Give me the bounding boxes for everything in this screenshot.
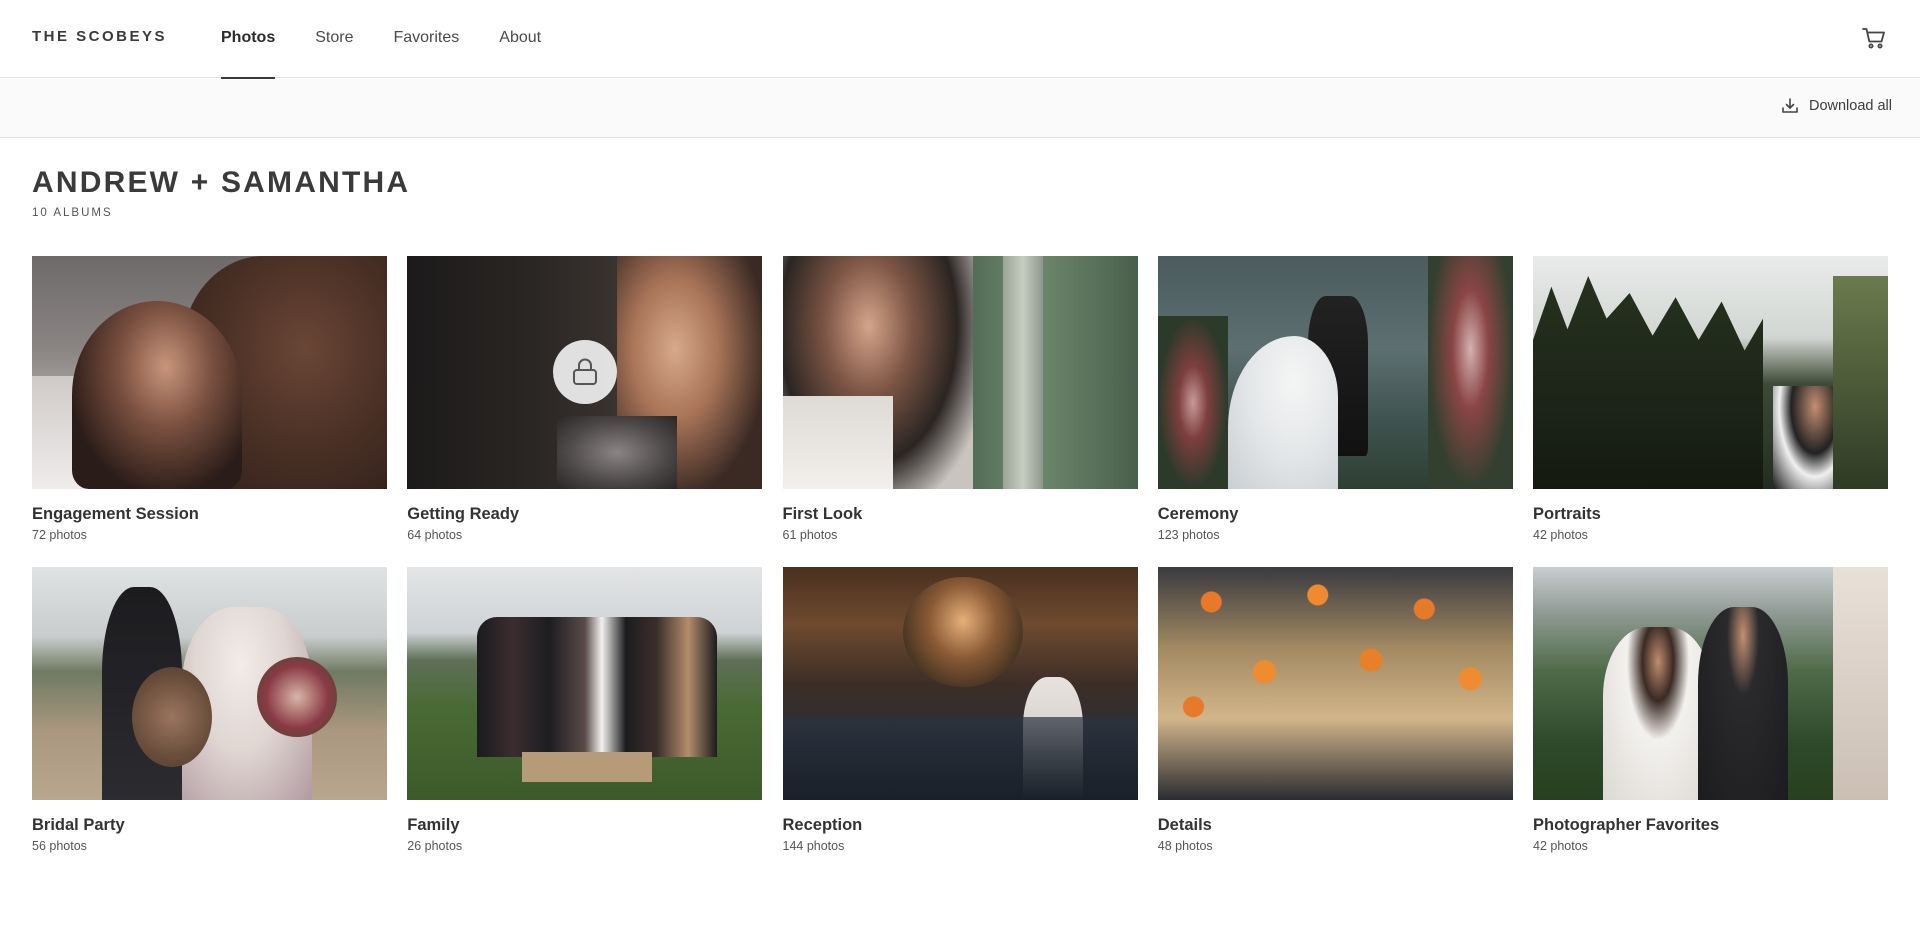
album-card-details[interactable]: Details 48 photos bbox=[1157, 567, 1513, 878]
album-card-reception[interactable]: Reception 144 photos bbox=[782, 567, 1138, 878]
album-count-label: 10 ALBUMS bbox=[32, 207, 113, 219]
album-thumbnail[interactable] bbox=[1533, 256, 1888, 489]
album-card-getting-ready[interactable]: Getting Ready 64 photos bbox=[407, 256, 763, 567]
album-thumbnail[interactable] bbox=[407, 567, 763, 800]
album-thumbnail[interactable] bbox=[1157, 256, 1513, 489]
album-name[interactable]: Engagement Session bbox=[32, 505, 387, 524]
album-name[interactable]: First Look bbox=[783, 505, 1138, 524]
album-thumbnail[interactable] bbox=[407, 256, 763, 489]
main-nav: Photos Store Favorites About bbox=[221, 0, 581, 79]
nav-photos[interactable]: Photos bbox=[221, 0, 276, 79]
album-thumbnail[interactable] bbox=[1157, 567, 1513, 800]
album-thumbnail[interactable] bbox=[32, 567, 387, 800]
album-photo-count: 61 photos bbox=[782, 528, 838, 542]
album-photo-count: 48 photos bbox=[1157, 839, 1213, 853]
album-photo-count: 144 photos bbox=[782, 839, 845, 853]
album-grid: Engagement Session 72 photos Getting Rea… bbox=[32, 256, 1888, 878]
album-card-first-look[interactable]: First Look 61 photos bbox=[782, 256, 1138, 567]
album-photo-count: 26 photos bbox=[407, 839, 463, 853]
album-photo-count: 72 photos bbox=[32, 528, 87, 542]
album-thumbnail[interactable] bbox=[1533, 567, 1888, 800]
album-card-photographer-favorites[interactable]: Photographer Favorites 42 photos bbox=[1533, 567, 1888, 878]
album-thumbnail[interactable] bbox=[782, 567, 1138, 800]
album-name[interactable]: Photographer Favorites bbox=[1533, 816, 1888, 835]
nav-store[interactable]: Store bbox=[315, 0, 353, 78]
album-name[interactable]: Bridal Party bbox=[32, 816, 387, 835]
top-nav: THE SCOBEYS Photos Store Favorites About bbox=[0, 0, 1920, 79]
album-thumbnail[interactable] bbox=[782, 256, 1138, 489]
download-icon bbox=[1782, 98, 1798, 113]
album-photo-count: 42 photos bbox=[1533, 839, 1588, 853]
album-card-ceremony[interactable]: Ceremony 123 photos bbox=[1157, 256, 1513, 567]
cart-icon[interactable] bbox=[1860, 24, 1888, 52]
album-photo-count: 123 photos bbox=[1157, 528, 1220, 542]
gallery-toolbar: Download all bbox=[0, 79, 1920, 138]
album-thumbnail[interactable] bbox=[32, 256, 387, 489]
album-photo-count: 56 photos bbox=[32, 839, 87, 853]
album-card-family[interactable]: Family 26 photos bbox=[407, 567, 763, 878]
album-name[interactable]: Portraits bbox=[1533, 505, 1888, 524]
download-all-button[interactable]: Download all bbox=[1781, 97, 1892, 115]
album-name[interactable]: Family bbox=[407, 816, 762, 835]
album-name[interactable]: Getting Ready bbox=[407, 505, 762, 524]
album-name[interactable]: Ceremony bbox=[1158, 505, 1513, 524]
gallery-title: ANDREW + SAMANTHA bbox=[32, 166, 411, 199]
album-card-engagement-session[interactable]: Engagement Session 72 photos bbox=[32, 256, 387, 567]
nav-favorites[interactable]: Favorites bbox=[393, 0, 459, 78]
brand-logo[interactable]: THE SCOBEYS bbox=[32, 28, 167, 45]
lock-icon bbox=[553, 340, 618, 404]
album-card-bridal-party[interactable]: Bridal Party 56 photos bbox=[32, 567, 387, 878]
album-name[interactable]: Details bbox=[1158, 816, 1513, 835]
album-photo-count: 42 photos bbox=[1533, 528, 1588, 542]
nav-about[interactable]: About bbox=[499, 0, 541, 78]
album-card-portraits[interactable]: Portraits 42 photos bbox=[1533, 256, 1888, 567]
album-photo-count: 64 photos bbox=[407, 528, 463, 542]
download-all-label: Download all bbox=[1808, 98, 1892, 114]
album-name[interactable]: Reception bbox=[783, 816, 1138, 835]
